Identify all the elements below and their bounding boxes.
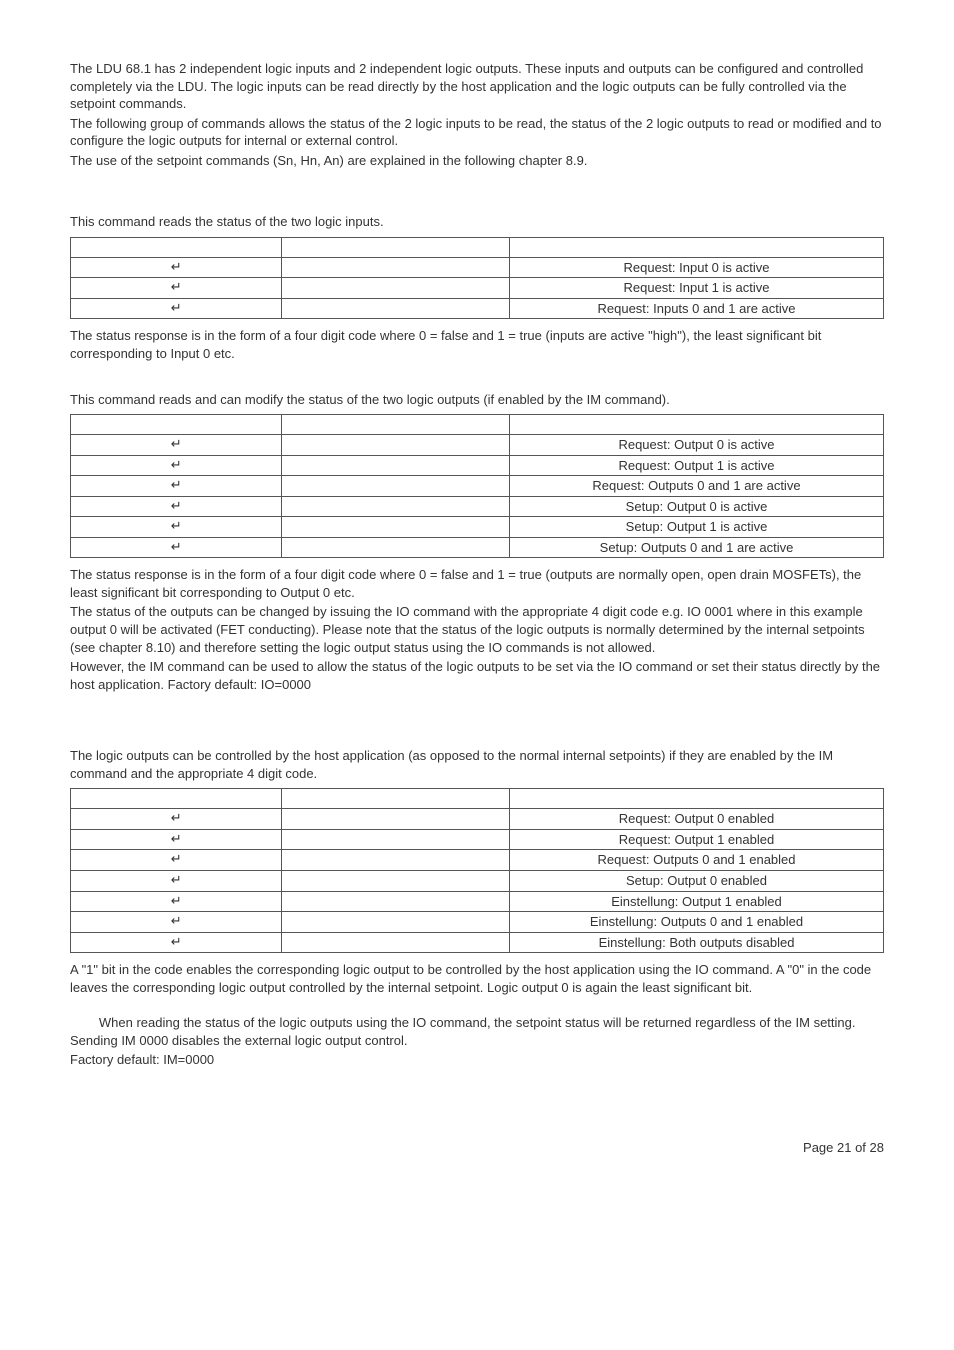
cell: [282, 932, 510, 953]
cell: [282, 257, 510, 278]
enter-icon: ↵: [71, 850, 282, 871]
intro-p1: The LDU 68.1 has 2 independent logic inp…: [70, 60, 884, 113]
cell: Request: Output 1 enabled: [510, 829, 884, 850]
sec3-after2: When reading the status of the logic out…: [70, 1014, 884, 1049]
cell: Request: Input 0 is active: [510, 257, 884, 278]
cell: [282, 870, 510, 891]
table-outputs: ↵ Request: Output 0 is active ↵ Request:…: [70, 414, 884, 558]
enter-icon: ↵: [71, 435, 282, 456]
cell: [282, 278, 510, 299]
cell: Request: Outputs 0 and 1 enabled: [510, 850, 884, 871]
enter-icon: ↵: [71, 517, 282, 538]
enter-icon: ↵: [71, 829, 282, 850]
cell: [282, 912, 510, 933]
sec1-lead: This command reads the status of the two…: [70, 213, 884, 231]
cell: Setup: Output 0 is active: [510, 496, 884, 517]
table-im: ↵ Request: Output 0 enabled ↵ Request: O…: [70, 788, 884, 953]
cell: [282, 891, 510, 912]
sec3-after1: A "1" bit in the code enables the corres…: [70, 961, 884, 996]
intro-p2: The following group of commands allows t…: [70, 115, 884, 150]
enter-icon: ↵: [71, 257, 282, 278]
cell: [282, 517, 510, 538]
cell: Setup: Output 1 is active: [510, 517, 884, 538]
cell: Request: Output 0 is active: [510, 435, 884, 456]
sec1-after: The status response is in the form of a …: [70, 327, 884, 362]
cell: [282, 455, 510, 476]
cell: [282, 829, 510, 850]
sec2-after3: However, the IM command can be used to a…: [70, 658, 884, 693]
enter-icon: ↵: [71, 809, 282, 830]
enter-icon: ↵: [71, 496, 282, 517]
enter-icon: ↵: [71, 278, 282, 299]
cell: Einstellung: Outputs 0 and 1 enabled: [510, 912, 884, 933]
enter-icon: ↵: [71, 932, 282, 953]
cell: Request: Output 0 enabled: [510, 809, 884, 830]
cell: [282, 809, 510, 830]
cell: Setup: Output 0 enabled: [510, 870, 884, 891]
cell: [282, 476, 510, 497]
cell: Request: Inputs 0 and 1 are active: [510, 298, 884, 319]
intro-p3: The use of the setpoint commands (Sn, Hn…: [70, 152, 884, 170]
enter-icon: ↵: [71, 891, 282, 912]
enter-icon: ↵: [71, 455, 282, 476]
enter-icon: ↵: [71, 298, 282, 319]
sec2-after1: The status response is in the form of a …: [70, 566, 884, 601]
enter-icon: ↵: [71, 537, 282, 558]
cell: [282, 850, 510, 871]
sec3-after3: Factory default: IM=0000: [70, 1051, 884, 1069]
sec2-after2: The status of the outputs can be changed…: [70, 603, 884, 656]
cell: Setup: Outputs 0 and 1 are active: [510, 537, 884, 558]
enter-icon: ↵: [71, 912, 282, 933]
page-footer: Page 21 of 28: [70, 1139, 884, 1157]
cell: Request: Output 1 is active: [510, 455, 884, 476]
sec2-lead: This command reads and can modify the st…: [70, 391, 884, 409]
cell: Request: Input 1 is active: [510, 278, 884, 299]
sec3-lead: The logic outputs can be controlled by t…: [70, 747, 884, 782]
enter-icon: ↵: [71, 870, 282, 891]
cell: [282, 496, 510, 517]
cell: Einstellung: Output 1 enabled: [510, 891, 884, 912]
cell: [282, 298, 510, 319]
table-inputs: ↵ Request: Input 0 is active ↵ Request: …: [70, 237, 884, 320]
cell: [282, 537, 510, 558]
cell: Request: Outputs 0 and 1 are active: [510, 476, 884, 497]
cell: [282, 435, 510, 456]
enter-icon: ↵: [71, 476, 282, 497]
cell: Einstellung: Both outputs disabled: [510, 932, 884, 953]
